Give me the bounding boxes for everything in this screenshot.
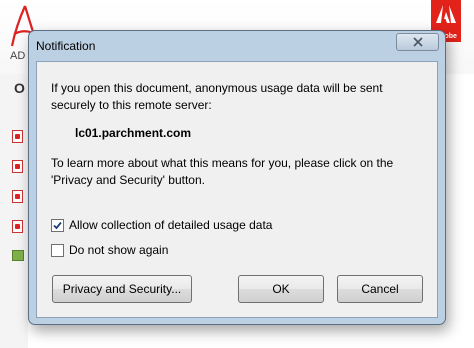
privacy-security-button[interactable]: Privacy and Security... [52, 275, 192, 303]
checkmark-icon [53, 221, 62, 229]
dialog-title: Notification [36, 39, 96, 53]
notification-dialog: Notification If you open this document, … [28, 30, 446, 325]
info-line-2: 'Privacy and Security' button. [51, 173, 205, 187]
pdf-file-icon[interactable] [12, 160, 23, 173]
do-not-show-label[interactable]: Do not show again [69, 243, 168, 257]
image-file-icon[interactable] [12, 250, 24, 261]
do-not-show-checkbox[interactable] [51, 243, 64, 257]
allow-usage-label[interactable]: Allow collection of detailed usage data [69, 218, 272, 232]
close-icon [412, 37, 423, 47]
dialog-titlebar[interactable]: Notification [29, 31, 445, 61]
server-address: lc01.parchment.com [75, 126, 192, 140]
app-label: AD [10, 50, 26, 62]
adobe-a-icon [436, 5, 456, 23]
message-line-2: securely to this remote server: [51, 98, 212, 112]
allow-usage-checkbox[interactable] [51, 218, 64, 232]
ok-button[interactable]: OK [238, 275, 324, 303]
pdf-file-icon[interactable] [12, 190, 23, 203]
reader-sidebar [0, 74, 28, 348]
cancel-button[interactable]: Cancel [337, 275, 423, 303]
pdf-file-icon[interactable] [12, 130, 23, 143]
info-line-1: To learn more about what this means for … [51, 156, 394, 170]
dialog-body: If you open this document, anonymous usa… [36, 61, 438, 318]
do-not-show-checkbox-row[interactable]: Do not show again [51, 243, 168, 257]
pdf-file-icon[interactable] [12, 220, 23, 233]
close-button[interactable] [396, 33, 439, 51]
open-heading: O [14, 80, 25, 96]
message-line-1: If you open this document, anonymous usa… [51, 81, 383, 95]
allow-usage-checkbox-row[interactable]: Allow collection of detailed usage data [51, 218, 272, 232]
